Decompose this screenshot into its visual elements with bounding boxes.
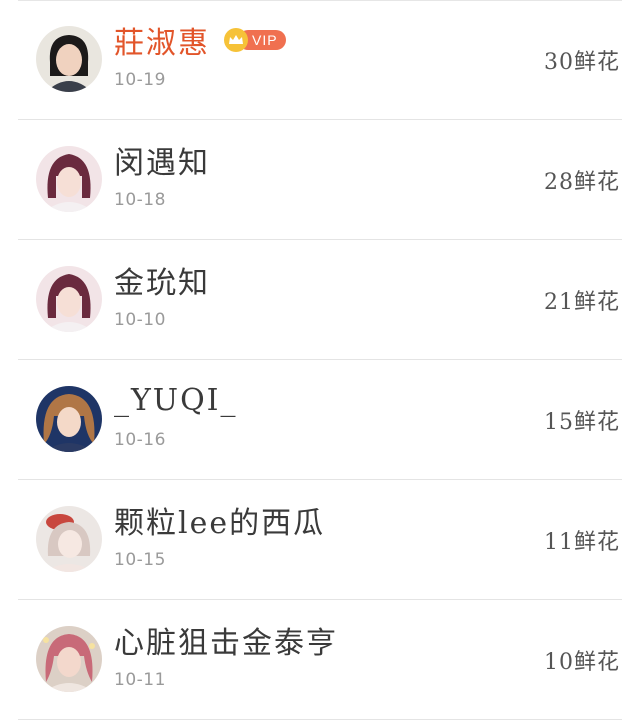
avatar-light (43, 637, 49, 643)
user-name[interactable]: 金玧知 (114, 258, 210, 302)
flower-count: 28鲜花 (544, 170, 620, 195)
user-name[interactable]: 闵遇知 (114, 138, 210, 182)
avatar[interactable] (36, 506, 102, 572)
avatar-face (58, 530, 82, 558)
gift-date: 10-18 (114, 190, 166, 210)
avatar-light (89, 643, 95, 649)
avatar-face (57, 167, 81, 197)
user-name[interactable]: _YUQI_ (114, 383, 238, 418)
user-name[interactable]: 颗粒lee的西瓜 (114, 498, 325, 542)
name-line: 颗粒lee的西瓜 (114, 498, 325, 542)
avatar[interactable] (36, 626, 102, 692)
name-line: 莊淑惠 VIP (114, 18, 286, 62)
avatar[interactable] (36, 386, 102, 452)
gift-ranking-list: 莊淑惠 VIP 10-19 30鲜花 闵遇知 10-18 28鲜花 金玧知 10… (0, 0, 640, 720)
flower-count: 15鲜花 (544, 410, 620, 435)
avatar-face (56, 44, 82, 76)
avatar[interactable] (36, 26, 102, 92)
list-item[interactable]: _YUQI_ 10-16 15鲜花 (18, 360, 622, 480)
list-item[interactable]: 金玧知 10-10 21鲜花 (18, 240, 622, 360)
gift-date: 10-16 (114, 430, 166, 450)
list-item[interactable]: 心脏狙击金泰亨 10-11 10鲜花 (18, 600, 622, 720)
flower-count: 11鲜花 (544, 530, 620, 555)
user-name[interactable]: 莊淑惠 (114, 18, 210, 62)
crown-icon (224, 28, 248, 52)
name-line: _YUQI_ (114, 380, 238, 420)
name-line: 金玧知 (114, 258, 210, 302)
flower-count: 21鲜花 (544, 290, 620, 315)
gift-date: 10-10 (114, 310, 166, 330)
flower-count: 30鲜花 (544, 50, 620, 75)
gift-date: 10-19 (114, 70, 166, 90)
avatar[interactable] (36, 146, 102, 212)
avatar[interactable] (36, 266, 102, 332)
avatar-face (57, 647, 81, 677)
avatar-face (57, 407, 81, 437)
avatar-face (57, 287, 81, 317)
list-item[interactable]: 莊淑惠 VIP 10-19 30鲜花 (18, 0, 622, 120)
name-line: 心脏狙击金泰亨 (114, 618, 338, 662)
name-line: 闵遇知 (114, 138, 210, 182)
flower-count: 10鲜花 (544, 650, 620, 675)
list-item[interactable]: 颗粒lee的西瓜 10-15 11鲜花 (18, 480, 622, 600)
user-name[interactable]: 心脏狙击金泰亨 (114, 618, 338, 662)
list-item[interactable]: 闵遇知 10-18 28鲜花 (18, 120, 622, 240)
gift-date: 10-15 (114, 550, 166, 570)
gift-date: 10-11 (114, 670, 166, 690)
